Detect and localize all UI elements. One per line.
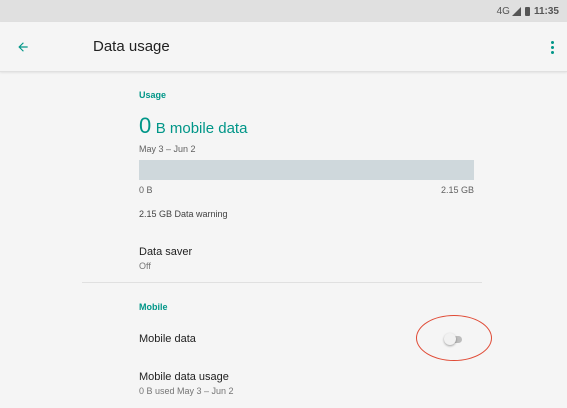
- app-bar: Data usage: [0, 22, 567, 72]
- battery-icon: [524, 6, 530, 16]
- mobile-data-title: Mobile data: [139, 333, 196, 345]
- mobile-data-toggle[interactable]: [444, 333, 464, 345]
- data-saver-summary: Off: [139, 261, 151, 271]
- more-vert-icon: [550, 40, 554, 55]
- back-button[interactable]: [8, 32, 38, 62]
- usage-progress-bar: [139, 160, 474, 180]
- data-saver-title: Data saver: [139, 246, 193, 258]
- mobile-data-usage-title: Mobile data usage: [139, 371, 229, 383]
- usage-section-header: Usage: [139, 90, 167, 100]
- status-bar: 4G 11:35: [0, 0, 567, 22]
- usage-date-range: May 3 – Jun 2: [139, 144, 196, 154]
- bar-min-label: 0 B: [139, 185, 153, 195]
- mobile-data-amount: 0 B mobile data: [139, 113, 247, 139]
- data-saver-row[interactable]: [82, 238, 482, 278]
- signal-icon: [511, 6, 521, 16]
- mobile-data-usage-summary: 0 B used May 3 – Jun 2: [139, 386, 234, 396]
- section-divider: [82, 282, 482, 283]
- amount-unit: B mobile data: [155, 120, 248, 137]
- data-warning-text: 2.15 GB Data warning: [139, 209, 228, 219]
- mobile-section-header: Mobile: [139, 302, 168, 312]
- arrow-back-icon: [18, 42, 28, 52]
- toggle-thumb: [444, 333, 456, 345]
- status-time: 11:35: [533, 5, 559, 17]
- amount-number: 0: [139, 113, 152, 138]
- more-options-button[interactable]: [541, 32, 563, 62]
- page-title: Data usage: [93, 38, 170, 55]
- network-type: 4G: [496, 5, 510, 17]
- bar-max-label: 2.15 GB: [440, 185, 474, 195]
